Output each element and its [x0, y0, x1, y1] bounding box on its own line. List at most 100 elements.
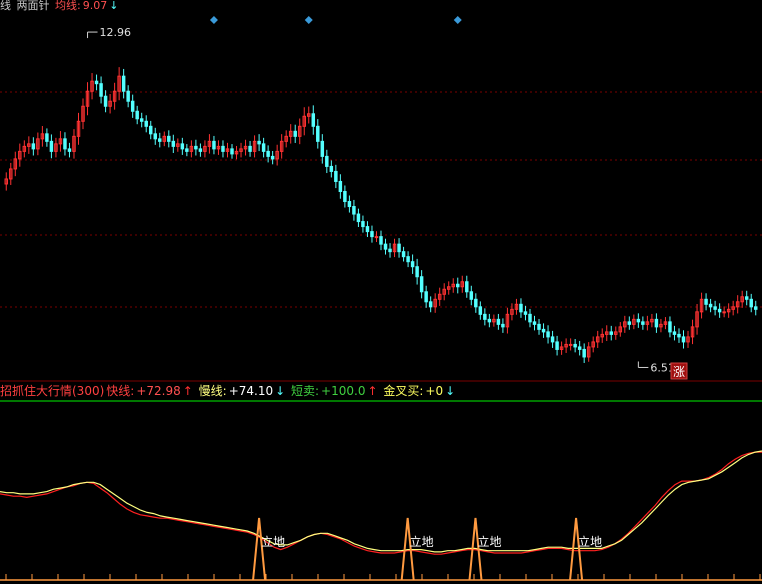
candle-body [708, 303, 713, 308]
price-panel: 12.966.51涨 立地 立地 立地 立地 [0, 16, 762, 581]
candle-body [383, 243, 388, 250]
candle-body [668, 321, 672, 333]
spike-label: 立地 [261, 534, 285, 549]
candle-body [67, 148, 72, 152]
candle-body [415, 266, 419, 278]
fast-value: +72.98 [136, 384, 181, 398]
slow-line [0, 450, 762, 553]
candle-body [185, 148, 189, 152]
short-arrow: ↑ [367, 384, 378, 398]
candle-body [316, 125, 320, 142]
candle-body [744, 296, 749, 300]
candle-body [704, 298, 708, 305]
candle-body [31, 143, 36, 150]
candle-body [261, 143, 266, 152]
candle-body [221, 145, 225, 152]
candle-body [194, 145, 198, 150]
header-indicator: 两面针 [16, 0, 50, 12]
slow-value: +74.10 [228, 384, 274, 398]
candle-body [99, 83, 103, 97]
candle-body [293, 130, 297, 137]
candle-body [410, 261, 415, 268]
candle-body [171, 140, 176, 147]
candle-body [478, 306, 483, 315]
candle-body [365, 226, 370, 233]
indicator-header: 招抓住大行情(300) 快线: +72.98 ↑ 慢线: +74.10 ↓ 短卖: +100… [0, 384, 457, 399]
candle-body [456, 283, 460, 288]
candle-body [541, 328, 546, 333]
candle-body [356, 213, 361, 223]
candle-body [139, 118, 144, 122]
indicator-title: 招抓住大行情(300) [0, 384, 105, 398]
candle-body [523, 311, 528, 315]
cross-arrow: ↓ [445, 384, 456, 398]
spike-label: 立地 [410, 534, 434, 549]
candle-body [483, 313, 487, 320]
candle-body [754, 306, 758, 310]
candle-body [546, 331, 550, 338]
candle-body [126, 90, 130, 102]
candle-body [130, 100, 135, 112]
candle-body [401, 251, 406, 258]
fast-line [0, 451, 762, 555]
candle-body [713, 306, 717, 310]
signal-diamond-icon [453, 16, 462, 24]
candle-body [311, 113, 316, 127]
candle-body [45, 133, 49, 142]
candle-body [474, 298, 478, 308]
ma-label: 均线: [55, 0, 81, 12]
signal-diamond-icon [304, 16, 313, 24]
spike-marker [252, 517, 267, 581]
candle-body [609, 331, 614, 335]
candle-body [257, 140, 261, 145]
candle-body [627, 321, 632, 325]
candle-body [320, 140, 325, 157]
price-header: 线 两面针 均线: 9.07 ↓ [0, 0, 120, 12]
ma-arrow: ↓ [109, 0, 119, 12]
candle-body [94, 80, 99, 85]
candle-body [329, 165, 334, 172]
cross-label: 金叉买: [383, 384, 424, 398]
slow-arrow: ↓ [275, 384, 286, 398]
high-price-label: 12.96 [100, 26, 132, 39]
candle-body [487, 318, 492, 323]
candle-body [230, 148, 234, 155]
candle-body [550, 336, 555, 343]
candle-body [501, 323, 505, 328]
candle-body [681, 336, 686, 343]
candle-body [537, 323, 541, 330]
candle-body [148, 125, 153, 135]
candle-body [419, 276, 424, 293]
candle-body [672, 331, 677, 335]
candle-body [406, 256, 410, 263]
candle-body [334, 170, 338, 182]
candle-body [555, 341, 559, 350]
candle-body [573, 343, 577, 348]
candle-body [469, 291, 474, 300]
candle-body [266, 150, 270, 157]
candle-body [749, 298, 753, 308]
candle-body [135, 110, 139, 120]
candle-body [677, 333, 681, 338]
candle-body [577, 346, 582, 350]
spike-label: 立地 [578, 534, 602, 549]
ma-value: 9.07 [82, 0, 108, 12]
candle-body [103, 95, 108, 107]
spike-label: 立地 [477, 534, 501, 549]
candle-body [338, 180, 343, 192]
candle-body [641, 321, 645, 325]
candle-body [121, 75, 126, 92]
candle-body [180, 143, 185, 150]
candle-body [519, 303, 523, 313]
fast-label: 快线: [106, 384, 135, 398]
candle-body [158, 138, 162, 142]
candle-body [388, 248, 392, 253]
candle-body [379, 236, 383, 245]
candle-body [63, 138, 67, 150]
candle-body [528, 313, 532, 323]
short-value: +100.0 [321, 384, 366, 398]
rise-badge-label: 涨 [673, 364, 685, 379]
slow-label: 慢线: [198, 384, 227, 398]
candle-body [568, 343, 573, 346]
candle-body [49, 140, 54, 152]
